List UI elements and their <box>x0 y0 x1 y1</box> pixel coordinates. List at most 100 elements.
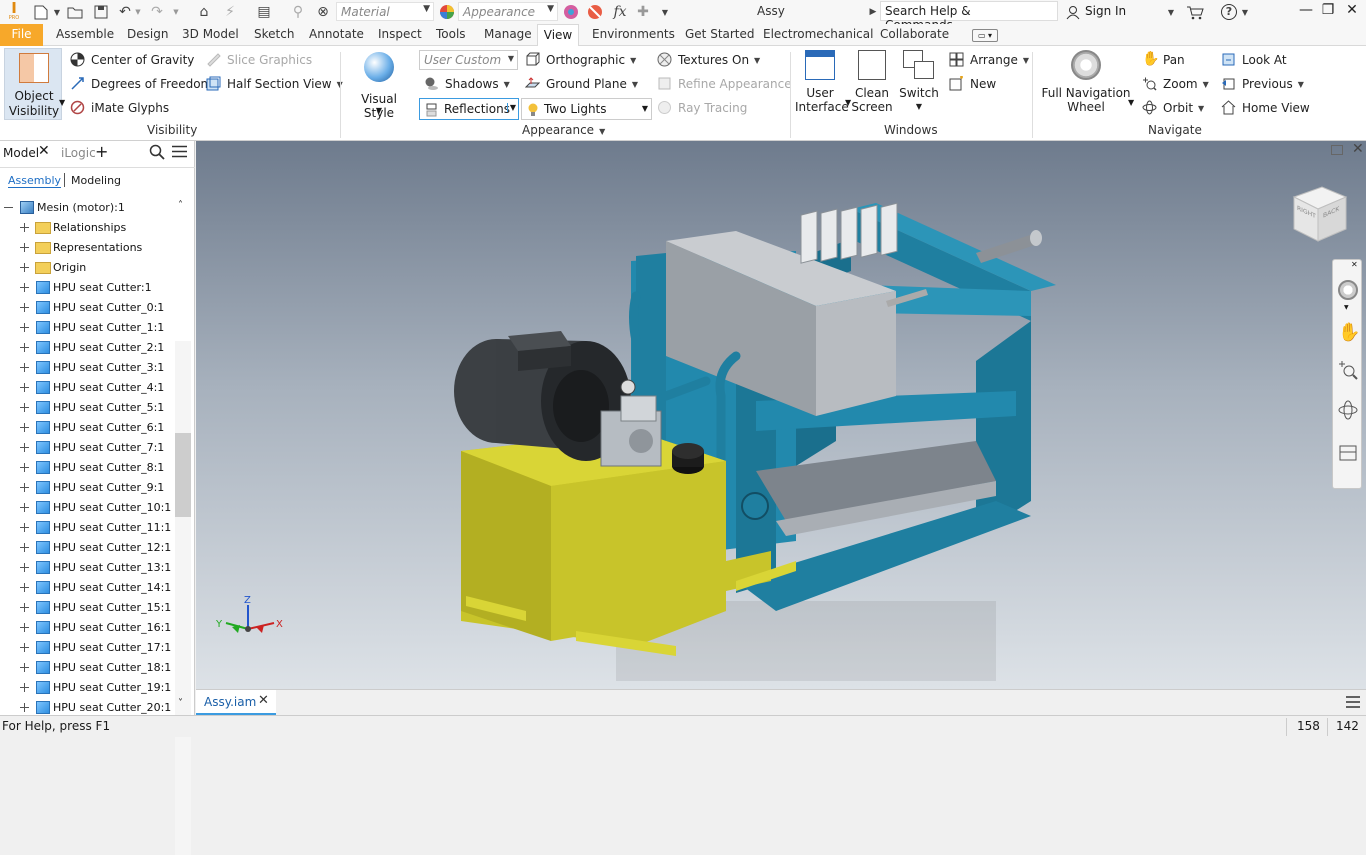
subtab-assembly[interactable]: Assembly <box>8 174 62 188</box>
viewcube[interactable]: RIGHT BACK <box>1290 183 1350 245</box>
expand-icon[interactable] <box>20 623 29 632</box>
look-at-nav-icon[interactable] <box>1338 442 1358 465</box>
expand-icon[interactable] <box>20 223 29 232</box>
sign-in-link[interactable]: Sign In <box>1085 4 1126 18</box>
pan-button[interactable]: ✋ Pan <box>1142 52 1185 68</box>
redo-icon[interactable]: ↷ <box>148 3 166 21</box>
redo-dropdown-icon[interactable]: ▼ <box>172 3 180 21</box>
center-of-gravity-button[interactable]: Center of Gravity <box>70 52 194 68</box>
tab-inspect[interactable]: Inspect <box>378 27 422 41</box>
adjust-appearance-icon[interactable] <box>562 3 580 21</box>
open-folder-icon[interactable] <box>66 3 84 21</box>
tree-folder-item[interactable]: Origin <box>0 258 178 278</box>
tree-folder-item[interactable]: Representations <box>0 238 178 258</box>
tree-folder-item[interactable]: Relationships <box>0 218 178 238</box>
home-icon[interactable]: ⌂ <box>195 3 213 21</box>
orbit-button[interactable]: Orbit ▼ <box>1142 100 1204 116</box>
expand-icon[interactable] <box>20 543 29 552</box>
ground-plane-button[interactable]: Ground Plane ▼ <box>524 76 638 92</box>
tree-part-item[interactable]: HPU seat Cutter_7:1 <box>0 438 178 458</box>
zoom-nav-icon[interactable] <box>1338 360 1358 383</box>
expand-icon[interactable] <box>20 343 29 352</box>
tree-part-item[interactable]: HPU seat Cutter_0:1 <box>0 298 178 318</box>
undo-icon[interactable]: ↶ <box>116 3 134 21</box>
expand-icon[interactable] <box>20 323 29 332</box>
tree-part-item[interactable]: HPU seat Cutter_13:1 <box>0 558 178 578</box>
restore-icon[interactable]: ❐ <box>1318 2 1338 22</box>
material-combo[interactable]: Material ▼ <box>336 2 434 21</box>
textures-on-button[interactable]: Textures On ▼ <box>657 52 760 68</box>
imate-glyphs-button[interactable]: iMate Glyphs <box>70 100 169 116</box>
update-icon[interactable]: ⚡ <box>220 3 240 21</box>
save-icon[interactable] <box>92 3 110 21</box>
expand-icon[interactable] <box>20 443 29 452</box>
close-model-tab-icon[interactable]: ✕ <box>38 143 50 159</box>
tab-3d-model[interactable]: 3D Model <box>182 27 239 41</box>
expand-icon[interactable] <box>20 523 29 532</box>
tab-design[interactable]: Design <box>127 27 168 41</box>
expand-icon[interactable] <box>20 603 29 612</box>
expand-icon[interactable] <box>20 283 29 292</box>
appearance-combo[interactable]: Appearance ▼ <box>458 2 558 21</box>
tab-annotate[interactable]: Annotate <box>309 27 364 41</box>
tree-part-item[interactable]: HPU seat Cutter_6:1 <box>0 418 178 438</box>
add-tab-icon[interactable]: + <box>95 142 108 161</box>
scrollbar-thumb[interactable] <box>175 433 191 517</box>
dropdown-arrow-icon[interactable]: ▼ <box>52 3 62 21</box>
browser-scrollbar[interactable] <box>175 341 191 855</box>
app-logo[interactable]: I PRO <box>6 1 22 23</box>
tab-tools[interactable]: Tools <box>436 27 466 41</box>
tree-part-item[interactable]: HPU seat Cutter_4:1 <box>0 378 178 398</box>
tree-part-item[interactable]: HPU seat Cutter:1 <box>0 278 178 298</box>
graphics-viewport[interactable]: RIGHT BACK ✕ ✕ ▼ ✋ Z X Y <box>196 141 1366 689</box>
expand-icon[interactable] <box>20 383 29 392</box>
half-section-view-button[interactable]: Half Section View▼ <box>206 76 343 92</box>
close-icon[interactable]: ✕ <box>1342 2 1362 22</box>
tree-part-item[interactable]: HPU seat Cutter_9:1 <box>0 478 178 498</box>
tree-root[interactable]: Mesin (motor):1 <box>0 198 178 218</box>
clear-appearance-icon[interactable] <box>586 3 604 21</box>
search-expand-arrow-icon[interactable]: ▶ <box>868 3 878 21</box>
tree-part-item[interactable]: HPU seat Cutter_19:1 <box>0 678 178 698</box>
expand-icon[interactable] <box>20 263 29 272</box>
expand-icon[interactable] <box>20 663 29 672</box>
add-icon[interactable]: ✚ <box>634 3 652 21</box>
tab-get-started[interactable]: Get Started <box>685 27 755 41</box>
tree-part-item[interactable]: HPU seat Cutter_16:1 <box>0 618 178 638</box>
shadows-button[interactable]: Shadows ▼ <box>424 76 510 92</box>
expand-icon[interactable] <box>20 583 29 592</box>
ray-tracing-button[interactable]: Ray Tracing <box>657 100 747 116</box>
tab-sketch[interactable]: Sketch <box>254 27 294 41</box>
maximize-viewport-icon[interactable] <box>1331 145 1343 155</box>
arrange-button[interactable]: Arrange ▼ <box>949 52 1029 68</box>
tree-part-item[interactable]: HPU seat Cutter_2:1 <box>0 338 178 358</box>
expand-icon[interactable] <box>20 363 29 372</box>
sign-in-dropdown-icon[interactable]: ▼ <box>1166 3 1176 21</box>
expand-icon[interactable] <box>20 403 29 412</box>
steering-wheel-dropdown-icon[interactable]: ▼ <box>1344 304 1349 311</box>
tree-part-item[interactable]: HPU seat Cutter_5:1 <box>0 398 178 418</box>
ribbon-options-button[interactable]: ▭ ▾ <box>972 29 998 42</box>
tree-part-item[interactable]: HPU seat Cutter_10:1 <box>0 498 178 518</box>
browser-menu-icon[interactable] <box>172 145 187 161</box>
expand-icon[interactable] <box>20 563 29 572</box>
cart-icon[interactable] <box>1185 3 1205 21</box>
expand-icon[interactable] <box>20 503 29 512</box>
tree-part-item[interactable]: HPU seat Cutter_17:1 <box>0 638 178 658</box>
scroll-down-icon[interactable]: ˅ <box>178 698 183 709</box>
refine-appearance-button[interactable]: Refine Appearance <box>657 76 792 92</box>
search-icon[interactable] <box>149 144 165 163</box>
help-icon[interactable]: ? <box>1220 3 1238 21</box>
home-view-button[interactable]: Home View <box>1221 100 1310 116</box>
help-dropdown-icon[interactable]: ▼ <box>1240 3 1250 21</box>
new-window-button[interactable]: New <box>949 76 996 92</box>
switch-button[interactable]: Switch ▼ <box>898 50 940 114</box>
fx-parameters-button[interactable]: fx <box>610 3 630 21</box>
close-viewport-icon[interactable]: ✕ <box>1352 141 1364 157</box>
object-visibility-button[interactable]: Object Visibility <box>4 48 62 120</box>
tree-part-item[interactable]: HPU seat Cutter_1:1 <box>0 318 178 338</box>
minimize-icon[interactable]: — <box>1296 2 1316 22</box>
collapse-icon[interactable] <box>4 207 13 208</box>
full-navigation-wheel-button[interactable]: Full Navigation Wheel <box>1040 50 1132 114</box>
tab-collaborate[interactable]: Collaborate <box>880 27 949 41</box>
